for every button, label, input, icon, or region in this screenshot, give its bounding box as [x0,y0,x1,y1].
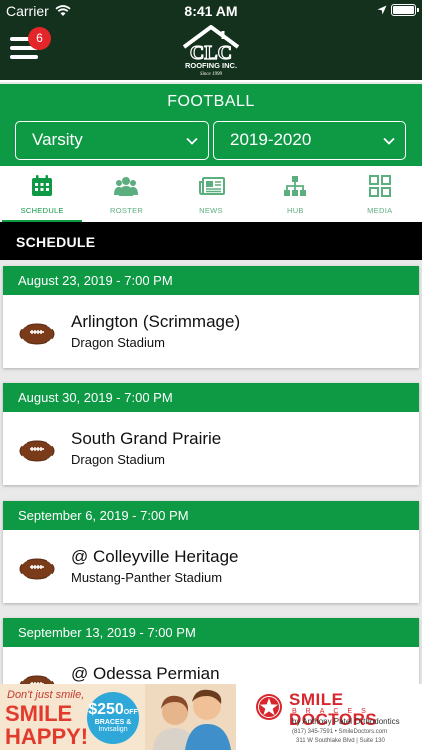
opponent-name: @ Odessa Permian [71,664,220,683]
level-select[interactable]: Varsity [15,121,209,160]
game-date: August 23, 2019 - 7:00 PM [18,273,173,288]
ad-tagline: Don't just smile, [7,689,85,701]
star-badge-icon [256,694,282,720]
tab-hub[interactable]: HUB [253,166,337,222]
venue-name: Dragon Stadium [71,452,165,467]
game-card[interactable]: August 30, 2019 - 7:00 PM South Grand Pr… [3,383,419,485]
newspaper-icon [198,177,225,195]
game-date-header: September 6, 2019 - 7:00 PM [3,501,419,530]
people-icon [114,177,139,196]
opponent-name: @ Colleyville Heritage [71,547,239,566]
level-value: Varsity [32,130,83,149]
ad-headline-2: HAPPY! [5,724,89,749]
schedule-list: August 23, 2019 - 7:00 PM Arlington (Scr… [0,260,422,684]
section-header: SCHEDULE [0,222,422,260]
game-date: August 30, 2019 - 7:00 PM [18,390,173,405]
ad-sponsor: SMILE DOCTORS BRACES by Anthony Patel Or… [236,684,422,750]
season-value: 2019-2020 [230,130,312,149]
tab-label: NEWS [199,206,223,215]
football-icon [19,675,55,684]
ad-offer-amount: $250 [88,701,124,718]
game-date-header: August 23, 2019 - 7:00 PM [3,266,419,295]
game-card[interactable]: September 6, 2019 - 7:00 PM @ Colleyvill… [3,501,419,603]
tab-roster[interactable]: ROSTER [84,166,168,222]
game-date: September 6, 2019 - 7:00 PM [18,508,189,523]
venue-name: Mustang-Panther Stadium [71,570,223,585]
kids-photo [145,684,236,750]
tab-label: MEDIA [367,206,393,215]
notification-badge[interactable]: 6 [28,27,51,50]
ad-offer-brand: Invisalign [98,726,128,733]
opponent-name: Arlington (Scrimmage) [71,312,241,331]
hamburger-line [10,55,38,59]
tab-label: HUB [286,206,304,215]
ad-banner[interactable]: Don't just smile, SMILE HAPPY! $250OFF B… [0,684,422,750]
top-bar: 6 CLC ROOFING INC. Since 1999 [0,22,422,82]
tab-media[interactable]: MEDIA [338,166,422,222]
tab-label: SCHEDULE [20,206,64,215]
section-title: SCHEDULE [16,234,96,250]
sponsor-logo: CLC ROOFING INC. Since 1999 [182,25,240,77]
tab-news[interactable]: NEWS [169,166,253,222]
ad-offer-sub: BRACES & [94,719,132,726]
game-date-header: September 13, 2019 - 7:00 PM [3,618,419,647]
football-icon [19,323,55,345]
ad-address: 311 W Southlake Blvd | Suite 130 [296,738,385,744]
tab-label: ROSTER [110,206,144,215]
status-bar: Carrier 8:41 AM [0,0,422,22]
game-card[interactable]: September 13, 2019 - 7:00 PM @ Odessa Pe… [3,618,419,684]
ad-by-line: by Anthony Patel Orthodontics [292,717,400,726]
sport-title: FOOTBALL [167,93,255,110]
ad-offer-suffix: OFF [123,709,138,716]
ad-offer-badge: $250OFF BRACES & Invisalign [87,692,139,744]
location-arrow-icon [377,5,387,15]
ad-promo: Don't just smile, SMILE HAPPY! $250OFF B… [0,684,236,750]
chevron-down-icon [383,137,395,145]
tab-schedule[interactable]: SCHEDULE [0,166,84,222]
battery-icon [391,4,419,16]
venue-name: Dragon Stadium [71,335,165,350]
calendar-icon [32,175,52,196]
ad-brand-sub: BRACES [292,708,375,715]
clock: 8:41 AM [184,3,238,19]
hierarchy-icon [284,176,307,196]
tab-bar: SCHEDULE ROSTER NEWS HUB MEDIA [0,166,422,222]
game-date-header: August 30, 2019 - 7:00 PM [3,383,419,412]
season-select[interactable]: 2019-2020 [213,121,406,160]
team-header: FOOTBALL Varsity 2019-2020 [0,84,422,166]
chevron-down-icon [186,137,198,145]
logo-subtext: ROOFING INC. [185,61,237,70]
football-icon [19,440,55,462]
game-date: September 13, 2019 - 7:00 PM [18,625,196,640]
status-icons [377,4,419,16]
opponent-name: South Grand Prairie [71,429,222,448]
football-icon [19,558,55,580]
logo-tagline: Since 1999 [200,72,223,77]
grid-icon [368,175,391,197]
game-card[interactable]: August 23, 2019 - 7:00 PM Arlington (Scr… [3,266,419,368]
ad-contact: (817) 345-7591 • SmileDoctors.com [292,729,388,735]
